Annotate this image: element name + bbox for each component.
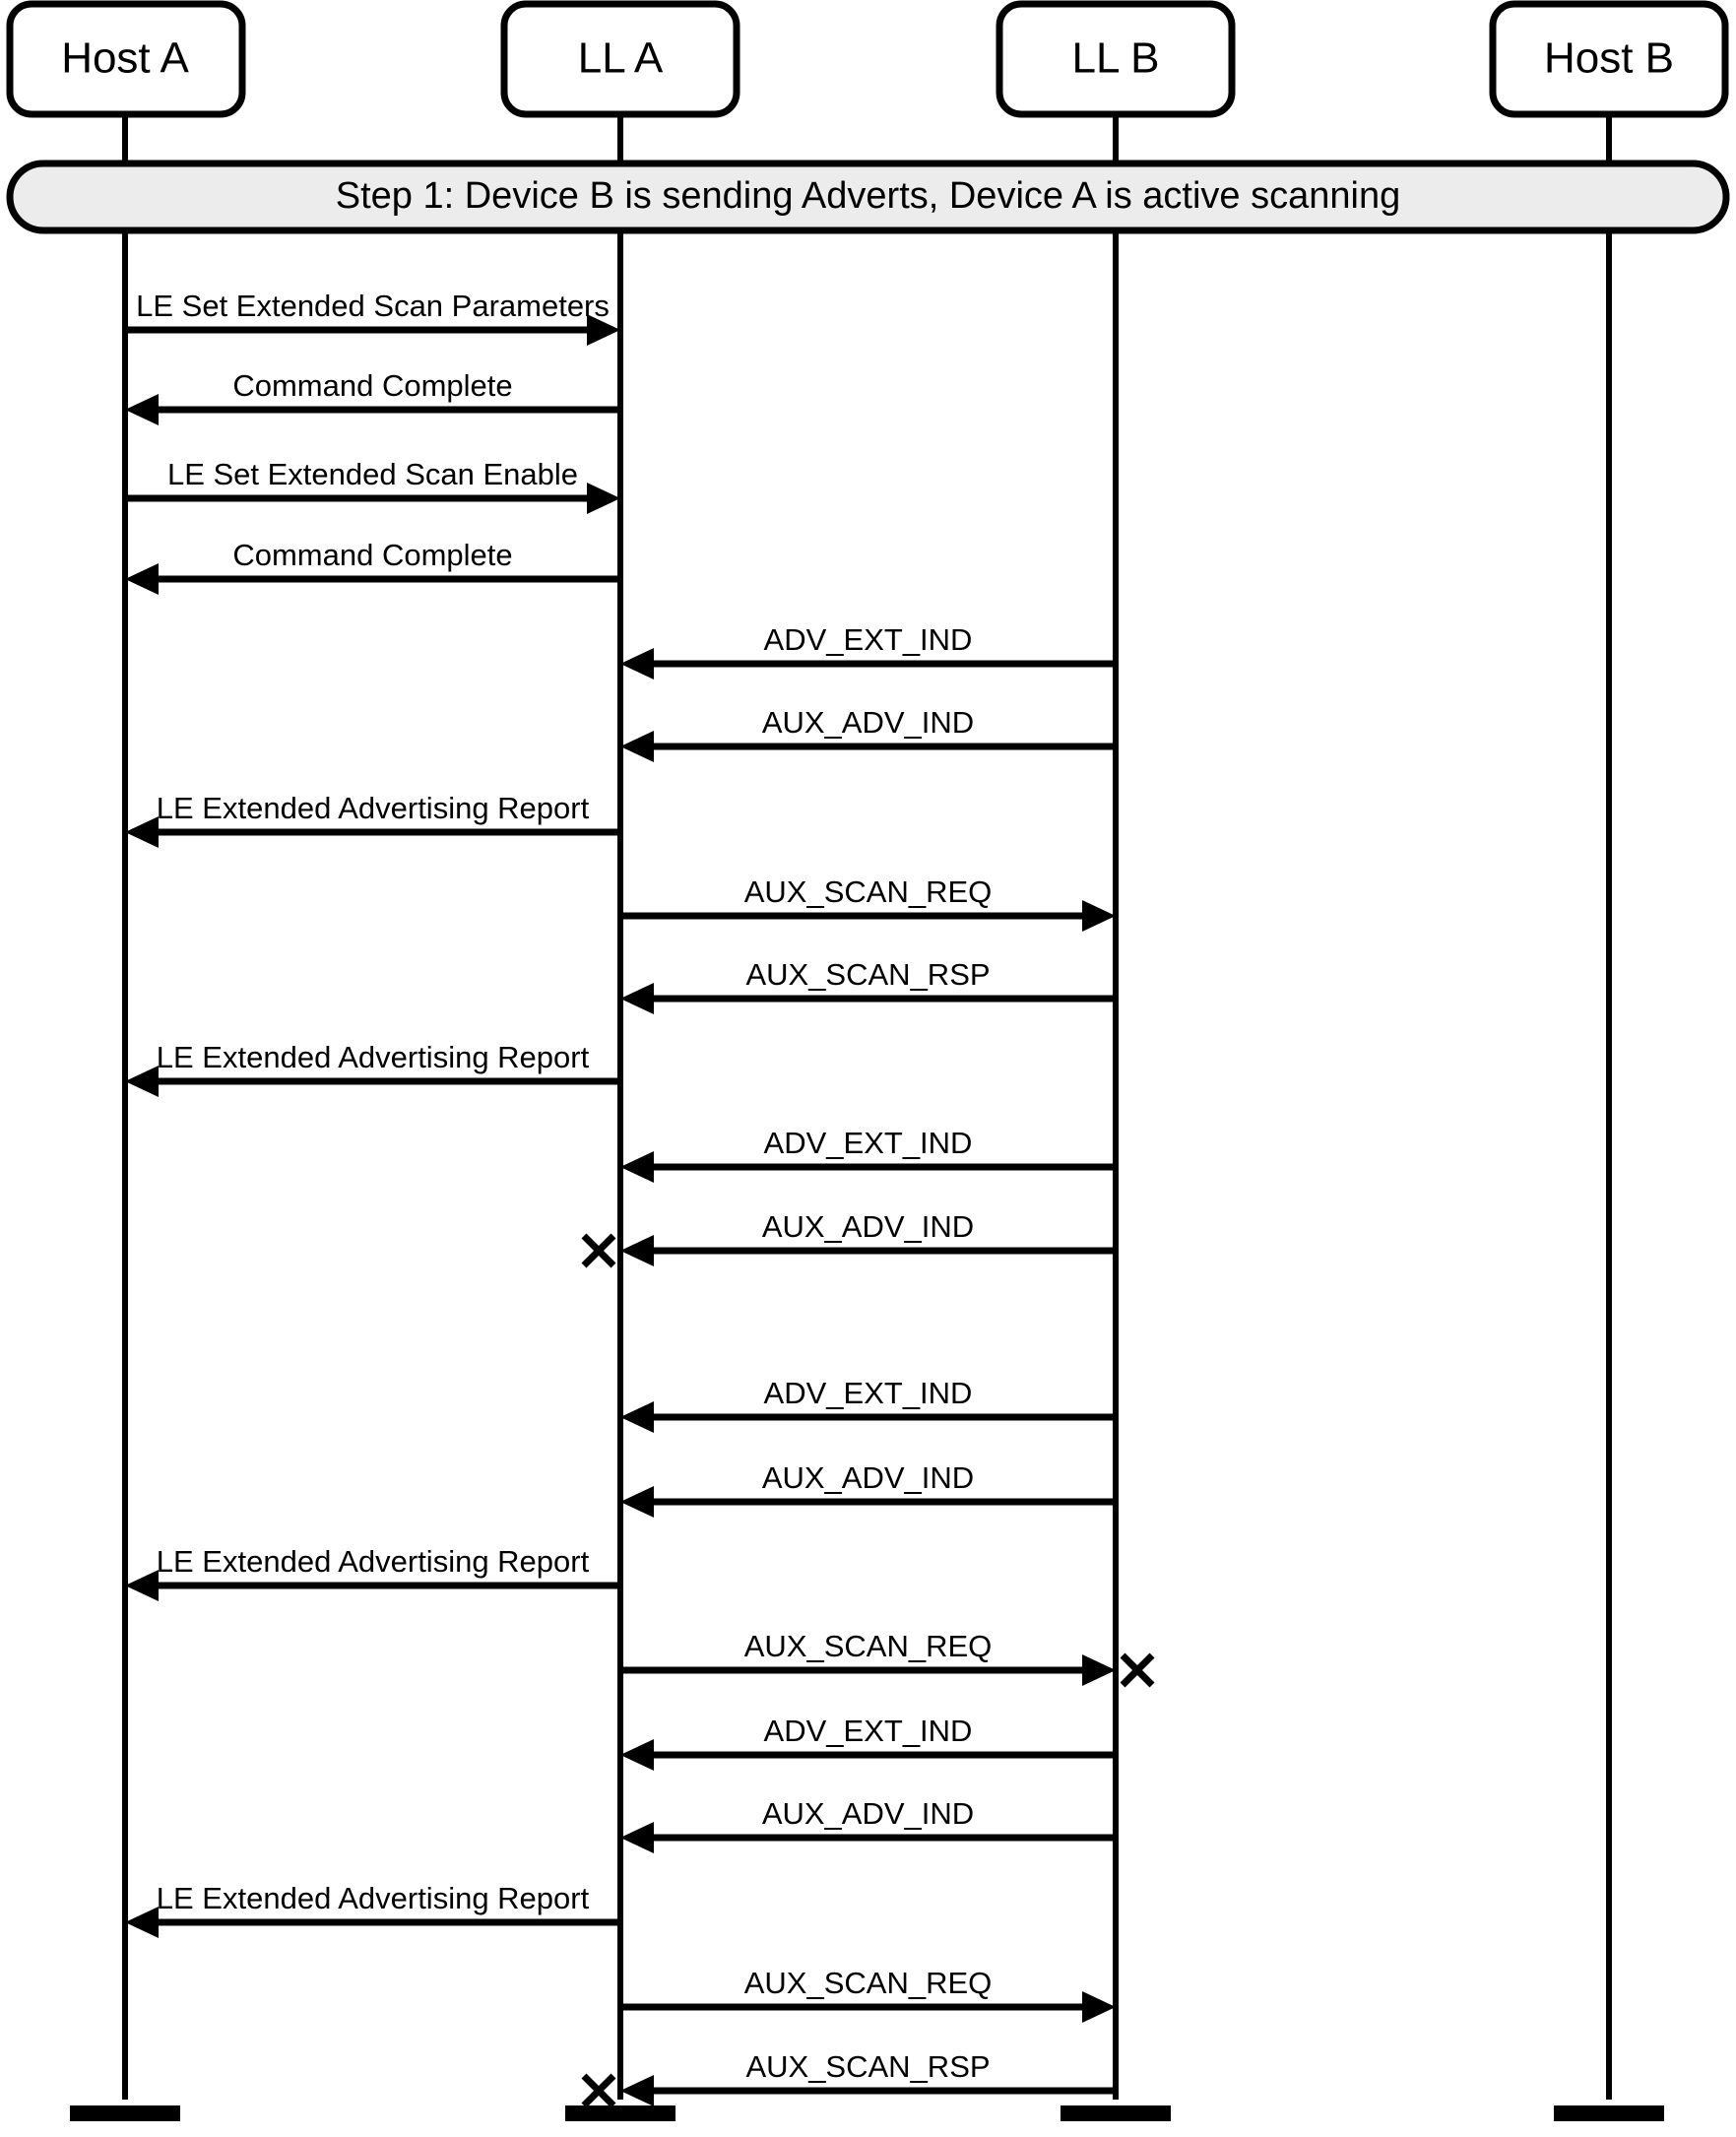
message-6[interactable]: AUX_ADV_IND	[620, 705, 1116, 762]
message-11[interactable]: ADV_EXT_IND	[620, 1126, 1116, 1183]
message-label-1: LE Set Extended Scan Parameters	[136, 289, 610, 323]
message-label-15: LE Extended Advertising Report	[157, 1544, 590, 1579]
message-label-9: AUX_SCAN_RSP	[745, 957, 990, 992]
message-16[interactable]: AUX_SCAN_REQ	[620, 1629, 1155, 1688]
message-label-10: LE Extended Advertising Report	[157, 1040, 590, 1074]
message-label-7: LE Extended Advertising Report	[157, 791, 590, 825]
message-arrowhead-9	[620, 983, 654, 1014]
message-label-4: Command Complete	[232, 538, 512, 572]
message-arrowhead-17	[620, 1739, 654, 1771]
message-arrowhead-8	[1082, 900, 1116, 932]
message-9[interactable]: AUX_SCAN_RSP	[620, 957, 1116, 1014]
message-21[interactable]: AUX_SCAN_RSP	[581, 2049, 1116, 2108]
message-arrowhead-21	[620, 2075, 654, 2106]
message-label-11: ADV_EXT_IND	[764, 1126, 973, 1160]
lifeline-heads-layer: Host A LL A LL B Host B	[6, 0, 1729, 118]
step-bar: Step 1: Device B is sending Adverts, Dev…	[6, 160, 1730, 234]
message-label-12: AUX_ADV_IND	[762, 1209, 974, 1244]
message-label-5: ADV_EXT_IND	[764, 622, 973, 657]
lifeline-head-hostA[interactable]: Host A	[6, 0, 246, 118]
message-label-19: LE Extended Advertising Report	[157, 1881, 590, 1915]
message-17[interactable]: ADV_EXT_IND	[620, 1714, 1116, 1771]
message-arrowhead-6	[620, 731, 654, 762]
sequence-diagram-canvas: Step 1: Device B is sending Adverts, Dev…	[6, 0, 1730, 2121]
sequence-diagram: Step 1: Device B is sending Adverts, Dev…	[0, 0, 1736, 2137]
message-12[interactable]: AUX_ADV_IND	[581, 1209, 1116, 1268]
message-8[interactable]: AUX_SCAN_REQ	[620, 874, 1116, 932]
message-arrowhead-11	[620, 1151, 654, 1183]
message-arrowhead-16	[1082, 1654, 1116, 1686]
lost-message-x-icon-16	[1120, 1652, 1155, 1688]
lost-message-x-icon-21	[581, 2073, 616, 2108]
message-arrowhead-14	[620, 1486, 654, 1518]
message-arrowhead-18	[620, 1822, 654, 1853]
message-arrowhead-10	[125, 1066, 159, 1097]
lifeline-label-hostA: Host A	[61, 34, 189, 83]
message-5[interactable]: ADV_EXT_IND	[620, 622, 1116, 680]
message-label-14: AUX_ADV_IND	[762, 1460, 974, 1495]
message-2[interactable]: Command Complete	[125, 368, 620, 425]
message-arrowhead-13	[620, 1401, 654, 1433]
message-20[interactable]: AUX_SCAN_REQ	[620, 1966, 1116, 2023]
lifeline-label-llA: LL A	[578, 34, 664, 83]
message-arrowhead-2	[125, 394, 159, 425]
lifeline-head-llA[interactable]: LL A	[500, 0, 740, 118]
message-10[interactable]: LE Extended Advertising Report	[125, 1040, 620, 1097]
message-arrowhead-20	[1082, 1991, 1116, 2023]
lost-message-x-icon-12	[581, 1233, 616, 1268]
message-19[interactable]: LE Extended Advertising Report	[125, 1881, 620, 1938]
message-label-3: LE Set Extended Scan Enable	[167, 457, 578, 491]
message-15[interactable]: LE Extended Advertising Report	[125, 1544, 620, 1601]
step-bar-label: Step 1: Device B is sending Adverts, Dev…	[336, 175, 1400, 217]
message-3[interactable]: LE Set Extended Scan Enable	[125, 457, 620, 514]
message-18[interactable]: AUX_ADV_IND	[620, 1796, 1116, 1853]
messages-layer: LE Set Extended Scan Parameters Command C…	[125, 289, 1155, 2108]
message-label-17: ADV_EXT_IND	[764, 1714, 973, 1748]
message-label-16: AUX_SCAN_REQ	[744, 1629, 993, 1663]
message-arrowhead-3	[587, 483, 620, 514]
message-1[interactable]: LE Set Extended Scan Parameters	[125, 289, 620, 346]
step-bar-layer: Step 1: Device B is sending Adverts, Dev…	[6, 160, 1730, 234]
lifeline-head-hostB[interactable]: Host B	[1489, 0, 1729, 118]
message-label-8: AUX_SCAN_REQ	[744, 874, 993, 909]
message-arrowhead-4	[125, 563, 159, 595]
message-arrowhead-7	[125, 816, 159, 848]
message-7[interactable]: LE Extended Advertising Report	[125, 791, 620, 848]
message-label-6: AUX_ADV_IND	[762, 705, 974, 740]
message-label-18: AUX_ADV_IND	[762, 1796, 974, 1831]
lifeline-label-hostB: Host B	[1544, 34, 1674, 83]
message-label-13: ADV_EXT_IND	[764, 1376, 973, 1410]
message-14[interactable]: AUX_ADV_IND	[620, 1460, 1116, 1518]
message-13[interactable]: ADV_EXT_IND	[620, 1376, 1116, 1433]
message-arrowhead-12	[620, 1235, 654, 1266]
message-label-20: AUX_SCAN_REQ	[744, 1966, 993, 2000]
lifeline-label-llB: LL B	[1072, 34, 1160, 83]
message-arrowhead-15	[125, 1570, 159, 1601]
lifeline-head-llB[interactable]: LL B	[996, 0, 1236, 118]
message-arrowhead-19	[125, 1907, 159, 1938]
message-label-21: AUX_SCAN_RSP	[745, 2049, 990, 2084]
message-arrowhead-5	[620, 648, 654, 680]
message-4[interactable]: Command Complete	[125, 538, 620, 595]
message-label-2: Command Complete	[232, 368, 512, 403]
